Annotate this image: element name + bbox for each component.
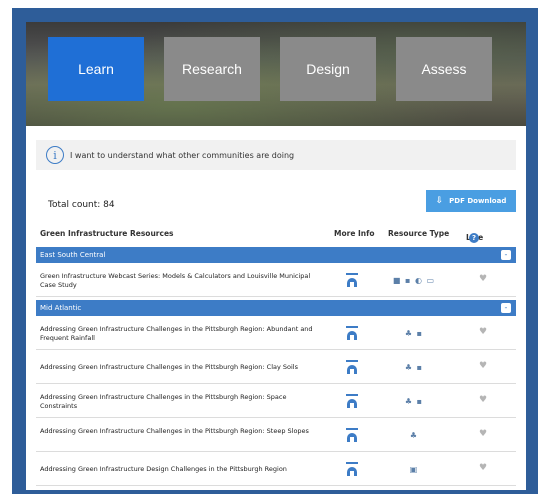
- download-icon: ⇩: [435, 196, 444, 206]
- resource-type-icons: ▣: [409, 465, 419, 474]
- like-icon[interactable]: ♥: [479, 463, 487, 473]
- resource-type-icons: ♣ ▪: [404, 397, 424, 406]
- like-icon[interactable]: ♥: [479, 429, 487, 439]
- table-row: Addressing Green Infrastructure Challeng…: [36, 316, 516, 350]
- section-title: Mid Atlantic: [40, 304, 82, 312]
- resource-title[interactable]: Addressing Green Infrastructure Design C…: [40, 465, 315, 474]
- more-info-icon[interactable]: [346, 273, 358, 287]
- table-header: Green Infrastructure Resources More Info…: [36, 225, 516, 243]
- more-info-icon[interactable]: [346, 326, 358, 340]
- tab-design[interactable]: Design: [280, 37, 376, 101]
- table-row: Addressing Green Infrastructure Design C…: [36, 452, 516, 486]
- like-icon[interactable]: ♥: [479, 361, 487, 371]
- pdf-download-button[interactable]: ⇩ PDF Download: [426, 190, 516, 212]
- total-count: Total count: 84: [48, 200, 115, 210]
- resource-type-icons: ♣ ▪: [404, 363, 424, 372]
- more-info-icon[interactable]: [346, 394, 358, 408]
- resource-title[interactable]: Green Infrastructure Webcast Series: Mod…: [40, 272, 315, 290]
- more-info-icon[interactable]: [346, 462, 358, 476]
- resource-title[interactable]: Addressing Green Infrastructure Challeng…: [40, 363, 315, 372]
- header-more-info: More Info: [334, 229, 375, 238]
- resource-title[interactable]: Addressing Green Infrastructure Challeng…: [40, 393, 315, 411]
- intent-text: I want to understand what other communit…: [70, 150, 295, 160]
- resource-title[interactable]: Addressing Green Infrastructure Challeng…: [40, 325, 315, 343]
- resource-type-icons: ■ ▪ ◐ ▭: [392, 276, 436, 285]
- like-icon[interactable]: ♥: [479, 395, 487, 405]
- collapse-icon[interactable]: -: [501, 250, 511, 260]
- tab-assess[interactable]: Assess: [396, 37, 492, 101]
- tab-learn[interactable]: Learn: [48, 37, 144, 101]
- intent-bar: i I want to understand what other commun…: [36, 140, 516, 170]
- table-row: Addressing Green Infrastructure Challeng…: [36, 384, 516, 418]
- header-resource-type: Resource Type: [388, 229, 450, 238]
- help-icon[interactable]: ?: [469, 233, 479, 243]
- like-icon[interactable]: ♥: [479, 327, 487, 337]
- more-info-icon[interactable]: [346, 360, 358, 374]
- section-mid-atlantic: Mid Atlantic -: [36, 300, 516, 316]
- header-resources: Green Infrastructure Resources: [40, 229, 174, 238]
- section-title: East South Central: [40, 251, 106, 259]
- table-row: Addressing Green Infrastructure Challeng…: [36, 418, 516, 452]
- tab-research[interactable]: Research: [164, 37, 260, 101]
- table-row: Green Infrastructure Webcast Series: Mod…: [36, 263, 516, 297]
- resource-title[interactable]: Addressing Green Infrastructure Challeng…: [40, 427, 315, 436]
- section-east-south-central: East South Central -: [36, 247, 516, 263]
- like-icon[interactable]: ♥: [479, 274, 487, 284]
- table-row: Addressing Green Infrastructure Challeng…: [36, 350, 516, 384]
- resource-type-icons: ♣ ▪: [404, 329, 424, 338]
- more-info-icon[interactable]: [346, 428, 358, 442]
- resources-panel: Learn Research Design Assess i I want to…: [26, 22, 526, 490]
- pdf-download-label: PDF Download: [449, 197, 507, 205]
- collapse-icon[interactable]: -: [501, 303, 511, 313]
- info-icon: i: [46, 146, 64, 164]
- resource-type-icons: ♣: [409, 431, 419, 440]
